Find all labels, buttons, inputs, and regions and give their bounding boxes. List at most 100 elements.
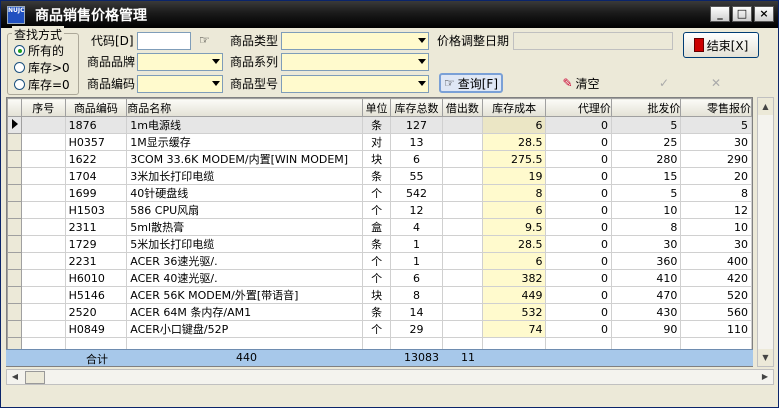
header-col[interactable]: 库存总数 — [390, 98, 443, 117]
table-cell[interactable] — [20, 116, 66, 134]
table-cell[interactable] — [20, 167, 66, 185]
table-cell[interactable]: 盒 — [362, 218, 392, 236]
table-row[interactable]: 1699 40针硬盘线个 542 8 0 5 8 — [7, 184, 752, 202]
table-cell[interactable]: 560 — [680, 303, 752, 321]
table-cell[interactable]: 55 — [390, 167, 443, 185]
table-cell[interactable]: 275.5 — [481, 150, 547, 168]
table-cell[interactable] — [441, 133, 483, 151]
table-cell[interactable]: 1729 — [64, 235, 128, 253]
series-dropdown-icon[interactable] — [418, 59, 426, 64]
code-lookup-icon[interactable]: ☞ — [199, 33, 219, 49]
table-cell[interactable]: 8 — [610, 218, 682, 236]
query-button[interactable]: ☞ 查询[F] — [439, 73, 503, 93]
close-button[interactable]: 结束[X] — [683, 32, 759, 58]
header-col[interactable]: 库存成本 — [481, 98, 547, 117]
table-row[interactable]: H0849 ACER小口键盘/52P 个 29 74 0 90 110 — [7, 320, 752, 338]
table-cell[interactable]: ACER小口键盘/52P — [126, 320, 364, 338]
table-cell[interactable]: ACER 40速光驱/. — [126, 269, 364, 287]
table-cell[interactable]: 5 — [610, 116, 682, 134]
table-cell[interactable]: 0 — [545, 235, 612, 253]
row-indicator[interactable] — [7, 133, 22, 151]
table-row[interactable]: 1876 1m电源线条 127 6 0 5 5 — [7, 116, 752, 134]
table-cell[interactable]: 1 — [390, 252, 443, 270]
table-cell[interactable]: 6 — [481, 116, 547, 134]
table-cell[interactable] — [441, 320, 483, 338]
model-dropdown-icon[interactable] — [418, 81, 426, 86]
table-row[interactable]: H5146 ACER 56K MODEM/外置[带语音] 块 8 449 0 470 520 — [7, 286, 752, 304]
table-cell[interactable]: 块 — [362, 150, 392, 168]
table-cell[interactable]: 3COM 33.6K MODEM/内置[WIN MODEM] — [126, 150, 364, 168]
table-cell[interactable]: 5米加长打印电缆 — [126, 235, 364, 253]
table-cell[interactable]: 6 — [390, 269, 443, 287]
row-indicator[interactable] — [7, 320, 22, 338]
table-cell[interactable]: 0 — [545, 150, 612, 168]
table-cell[interactable]: 29 — [390, 320, 443, 338]
row-indicator[interactable] — [7, 235, 22, 253]
table-cell[interactable]: 410 — [610, 269, 682, 287]
title-bar[interactable]: NUJC 商品销售价格管理 _ □ × — [1, 1, 778, 28]
vertical-scrollbar[interactable]: ▲ ▼ — [757, 97, 774, 367]
header-col[interactable]: 代理价 — [545, 98, 612, 117]
code-input[interactable] — [137, 32, 191, 50]
table-cell[interactable]: 90 — [610, 320, 682, 338]
table-cell[interactable]: 个 — [362, 269, 392, 287]
type-dropdown-icon[interactable] — [418, 38, 426, 43]
date-field[interactable] — [513, 32, 673, 50]
table-cell[interactable] — [20, 252, 66, 270]
table-cell[interactable] — [441, 303, 483, 321]
table-cell[interactable]: 30 — [610, 235, 682, 253]
table-cell[interactable]: 条 — [362, 116, 392, 134]
table-row[interactable]: 2520 ACER 64M 条内存/AM1 条 14 532 0 430 560 — [7, 303, 752, 321]
header-col[interactable]: 商品编码 — [64, 98, 128, 117]
scroll-right-icon[interactable]: ▶ — [757, 370, 773, 384]
table-cell[interactable] — [441, 235, 483, 253]
radio-stock-positive-dot[interactable] — [14, 62, 25, 73]
table-cell[interactable] — [20, 320, 66, 338]
brand-select[interactable] — [137, 53, 223, 71]
table-cell[interactable]: 5 — [610, 184, 682, 202]
table-cell[interactable] — [441, 201, 483, 219]
table-cell[interactable]: 110 — [680, 320, 752, 338]
table-cell[interactable]: 586 CPU风扇 — [126, 201, 364, 219]
table-cell[interactable]: 520 — [680, 286, 752, 304]
table-cell[interactable]: 块 — [362, 286, 392, 304]
scroll-thumb[interactable] — [25, 371, 45, 384]
table-cell[interactable]: 对 — [362, 133, 392, 151]
table-cell[interactable]: H5146 — [64, 286, 128, 304]
table-cell[interactable]: 0 — [545, 286, 612, 304]
table-cell[interactable]: H6010 — [64, 269, 128, 287]
header-col[interactable]: 零售报价 — [680, 98, 752, 117]
cancel-button[interactable]: ✕ — [703, 73, 729, 93]
clear-button[interactable]: ✎ 清空 — [553, 73, 609, 93]
scroll-up-icon[interactable]: ▲ — [758, 98, 773, 115]
sku-select[interactable] — [137, 75, 223, 93]
table-cell[interactable]: 1704 — [64, 167, 128, 185]
table-cell[interactable]: 1M显示缓存 — [126, 133, 364, 151]
table-cell[interactable]: 条 — [362, 235, 392, 253]
minimize-button[interactable]: _ — [710, 6, 730, 22]
header-col[interactable]: 序号 — [20, 98, 66, 117]
table-cell[interactable]: 25 — [610, 133, 682, 151]
table-cell[interactable]: 400 — [680, 252, 752, 270]
brand-dropdown-icon[interactable] — [212, 59, 220, 64]
table-cell[interactable] — [20, 201, 66, 219]
scroll-down-icon[interactable]: ▼ — [758, 349, 773, 366]
table-row[interactable]: H6010 ACER 40速光驱/. 个 6 382 0 410 420 — [7, 269, 752, 287]
table-cell[interactable] — [441, 269, 483, 287]
table-cell[interactable] — [441, 218, 483, 236]
table-cell[interactable] — [20, 269, 66, 287]
table-cell[interactable] — [441, 252, 483, 270]
table-row[interactable]: 1729 5米加长打印电缆条 1 28.5 0 30 30 — [7, 235, 752, 253]
row-indicator[interactable] — [7, 167, 22, 185]
close-window-button[interactable]: × — [754, 6, 774, 22]
table-cell[interactable]: 9.5 — [481, 218, 547, 236]
table-cell[interactable]: 0 — [545, 201, 612, 219]
table-cell[interactable]: 10 — [680, 218, 752, 236]
table-cell[interactable]: 0 — [545, 320, 612, 338]
table-cell[interactable]: 0 — [545, 269, 612, 287]
sku-dropdown-icon[interactable] — [212, 81, 220, 86]
table-cell[interactable] — [20, 150, 66, 168]
table-cell[interactable]: ACER 36速光驱/. — [126, 252, 364, 270]
row-indicator[interactable] — [7, 286, 22, 304]
header-col[interactable]: 商品名称 — [126, 98, 364, 117]
